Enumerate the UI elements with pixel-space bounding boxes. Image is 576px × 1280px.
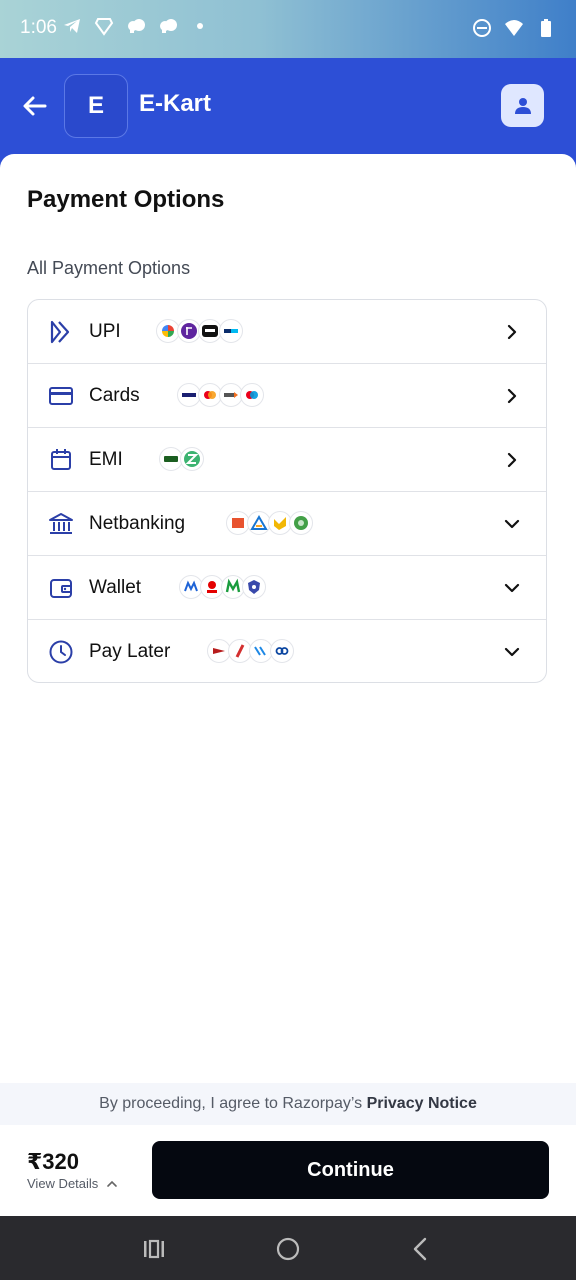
- clock-icon: [49, 640, 73, 664]
- merchant-name: E-Kart: [139, 90, 212, 117]
- brave-icon: [94, 18, 114, 36]
- card-icon: [49, 387, 73, 405]
- shield-wallet-logo-icon: [242, 575, 266, 599]
- payment-sheet: Payment Options All Payment Options UPI: [0, 154, 576, 1084]
- profile-button[interactable]: [501, 84, 544, 127]
- weather-icon: [160, 19, 177, 33]
- payment-option-emi[interactable]: EMI: [28, 428, 546, 492]
- order-amount: ₹320: [27, 1149, 80, 1174]
- payment-options-list: UPI Cards EMI Netbanking Wallet Pay Late…: [27, 299, 547, 683]
- bank-logos: [226, 511, 313, 535]
- privacy-notice-link[interactable]: Privacy Notice: [367, 1095, 477, 1112]
- merchant-logo: E: [64, 74, 128, 138]
- chevron-right-icon: [507, 324, 517, 340]
- weather-icon: [128, 19, 145, 33]
- chevron-up-icon: [107, 1180, 118, 1187]
- payment-option-wallet[interactable]: Wallet: [28, 556, 546, 620]
- merchant-header: E E-Kart: [0, 58, 576, 168]
- wallet-logos: [179, 575, 266, 599]
- upi-provider-logos: [156, 319, 243, 343]
- telegram-icon: [64, 19, 80, 33]
- view-details-toggle[interactable]: View Details: [27, 1176, 118, 1191]
- pay-later-brand-logo-icon: [270, 639, 294, 663]
- back-arrow-icon[interactable]: [20, 91, 50, 121]
- payment-option-upi[interactable]: UPI: [28, 300, 546, 364]
- system-navigation-bar: [0, 1216, 576, 1280]
- checkout-bar: ₹320 View Details Continue: [0, 1125, 576, 1216]
- calendar-icon: [51, 449, 71, 470]
- option-label: EMI: [89, 449, 123, 470]
- payment-option-pay-later[interactable]: Pay Later: [28, 620, 546, 682]
- payment-option-netbanking[interactable]: Netbanking: [28, 492, 546, 556]
- card-network-logos: [177, 383, 264, 407]
- status-time: 1:06: [20, 17, 57, 38]
- chevron-down-icon: [504, 519, 520, 529]
- recent-apps-icon[interactable]: [141, 1236, 167, 1262]
- paytm-logo-icon: [219, 319, 243, 343]
- maestro-logo-icon: [240, 383, 264, 407]
- option-label: Cards: [89, 385, 140, 406]
- option-label: Netbanking: [89, 513, 186, 534]
- wallet-icon: [50, 579, 72, 598]
- view-details-label: View Details: [27, 1176, 99, 1191]
- option-label: Pay Later: [89, 641, 171, 662]
- privacy-consent-bar: By proceeding, I agree to Razorpay’s Pri…: [0, 1083, 576, 1125]
- section-label: All Payment Options: [27, 258, 191, 278]
- wifi-icon: [505, 20, 523, 36]
- user-icon: [514, 97, 531, 114]
- payment-option-cards[interactable]: Cards: [28, 364, 546, 428]
- option-label: UPI: [89, 321, 121, 342]
- upi-icon: [50, 320, 70, 344]
- chevron-right-icon: [507, 388, 517, 404]
- chevron-down-icon: [504, 583, 520, 593]
- zestmoney-logo-icon: [180, 447, 204, 471]
- pay-later-logos: [207, 639, 294, 663]
- status-system-icons: [472, 18, 556, 38]
- back-nav-icon[interactable]: [408, 1236, 434, 1262]
- bank-icon: [49, 513, 73, 534]
- page-title: Payment Options: [27, 186, 225, 213]
- chevron-down-icon: [504, 647, 520, 657]
- continue-button[interactable]: Continue: [152, 1141, 549, 1199]
- emi-provider-logos: [159, 447, 204, 471]
- option-label: Wallet: [89, 577, 142, 598]
- status-bar: 1:06: [0, 0, 576, 58]
- do-not-disturb-icon: [473, 19, 491, 37]
- status-notification-icons: [62, 16, 210, 36]
- chevron-right-icon: [507, 452, 517, 468]
- home-icon[interactable]: [275, 1236, 301, 1262]
- battery-icon: [541, 19, 551, 37]
- dot-icon: [197, 23, 203, 29]
- consent-text: By proceeding, I agree to Razorpay’s: [99, 1095, 363, 1112]
- bank-logo-icon: [289, 511, 313, 535]
